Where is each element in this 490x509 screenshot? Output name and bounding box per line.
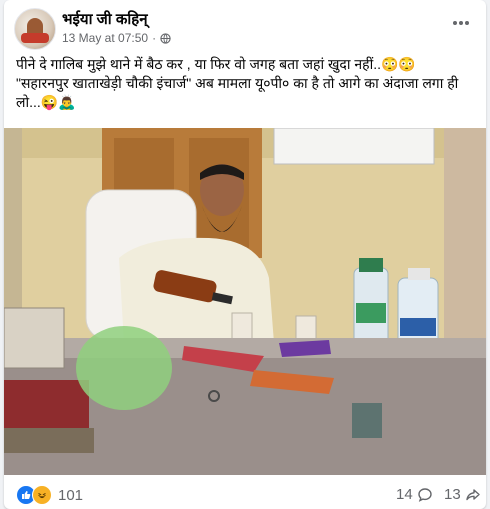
bottle-cap xyxy=(408,268,430,280)
post-meta: 13 May at 07:50 · xyxy=(62,31,171,45)
plastic-bag xyxy=(76,326,172,410)
file-stack xyxy=(4,307,65,369)
bottle-label xyxy=(356,303,386,323)
left-shelf xyxy=(4,128,22,308)
shares-stat[interactable]: 13 xyxy=(444,486,481,503)
comment-icon xyxy=(417,487,432,502)
reactions-count: 101 xyxy=(58,486,84,504)
share-icon xyxy=(465,488,480,500)
caption-line: "सहारनपुर खाताखेड़ी चौकी इंचार्ज" अब माम… xyxy=(16,75,459,110)
comments-count: 14 xyxy=(396,486,413,503)
post-card: भईया जी कहिन् 13 May at 07:50 · पीने दे … xyxy=(4,0,486,509)
post-photo[interactable] xyxy=(4,128,486,475)
snack-packet xyxy=(279,340,331,357)
bottle-label xyxy=(400,318,436,336)
page-name-link[interactable]: भईया जी कहिन् xyxy=(62,9,148,29)
haha-icon xyxy=(32,485,52,505)
book-stack xyxy=(4,428,94,453)
desk-cup xyxy=(352,403,382,438)
post-caption: पीने दे गालिब मुझे थाने में बैठ कर , या … xyxy=(16,55,476,112)
more-dots-icon xyxy=(453,21,469,25)
shares-count: 13 xyxy=(444,486,461,503)
laughing-face-icon xyxy=(38,493,46,499)
post-header: भईया जी कहिन् 13 May at 07:50 · xyxy=(4,0,486,52)
globe-icon xyxy=(160,32,171,44)
post-timestamp[interactable]: 13 May at 07:50 xyxy=(62,31,148,45)
more-options-button[interactable] xyxy=(450,12,472,34)
meta-separator: · xyxy=(152,31,157,45)
comments-stat[interactable]: 14 xyxy=(396,486,433,503)
caption-line: पीने दे गालिब मुझे थाने में बैठ कर , या … xyxy=(16,56,416,72)
photo-illustration xyxy=(4,128,486,475)
whiteboard xyxy=(273,128,435,165)
avatar-scarf xyxy=(21,33,49,43)
thumbs-up-icon xyxy=(22,491,31,499)
page-avatar[interactable] xyxy=(14,8,56,50)
bottle-cap xyxy=(359,258,383,272)
reactions-summary[interactable]: 101 xyxy=(16,485,83,505)
